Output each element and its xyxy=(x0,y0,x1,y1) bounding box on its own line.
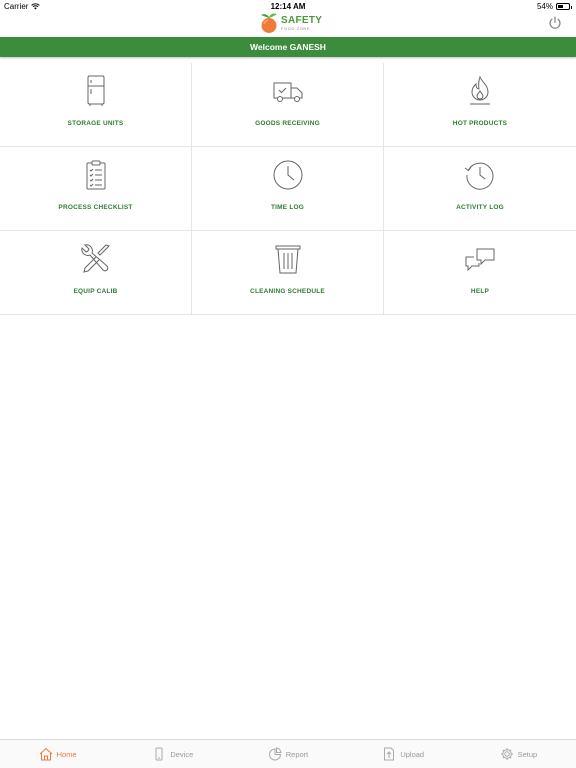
tile-help[interactable]: HELP xyxy=(384,231,576,315)
clock-time: 12:14 AM xyxy=(270,2,306,11)
orange-fruit-icon xyxy=(261,13,277,33)
tile-cleaning-schedule[interactable]: CLEANING SCHEDULE xyxy=(192,231,384,315)
menu-row: PROCESS CHECKLIST TIME LOG ACTIVITY LOG xyxy=(0,147,576,231)
tile-activity-log[interactable]: ACTIVITY LOG xyxy=(384,147,576,231)
delivery-truck-icon xyxy=(273,82,303,102)
gear-icon xyxy=(500,748,513,760)
status-bar: Carrier 12:14 AM 54% xyxy=(0,0,576,12)
tab-label: Upload xyxy=(400,749,425,759)
tab-setup[interactable]: Setup xyxy=(461,740,576,768)
device-icon xyxy=(155,747,163,761)
bottom-tab-bar: Home Device Report Upload Setup xyxy=(0,739,576,768)
logo-title: SAFETY xyxy=(281,14,323,26)
fridge-icon xyxy=(87,75,105,106)
tile-hot-products[interactable]: HOT PRODUCTS xyxy=(384,63,576,147)
tile-time-log[interactable]: TIME LOG xyxy=(192,147,384,231)
tab-label: Report xyxy=(285,749,309,759)
welcome-banner: Welcome GANESH xyxy=(0,37,576,57)
tab-report[interactable]: Report xyxy=(230,740,345,768)
tile-goods-receiving[interactable]: GOODS RECEIVING xyxy=(192,63,384,147)
menu-row: EQUIP CALIB CLEANING SCHEDULE HELP xyxy=(0,231,576,315)
tab-label: Setup xyxy=(517,749,538,759)
tile-label: CLEANING SCHEDULE xyxy=(250,288,325,295)
pie-chart-icon xyxy=(268,747,282,761)
upload-file-icon xyxy=(384,747,395,761)
power-icon xyxy=(549,16,561,29)
trash-bin-icon xyxy=(275,245,301,274)
clock-icon xyxy=(273,160,303,190)
tab-device[interactable]: Device xyxy=(115,740,230,768)
history-clock-icon xyxy=(464,162,494,190)
logout-button[interactable] xyxy=(548,16,562,30)
clipboard-checklist-icon xyxy=(86,160,106,190)
logo-subtitle: FOOD ZONE xyxy=(281,25,311,31)
tile-label: EQUIP CALIB xyxy=(73,288,118,295)
tab-label: Home xyxy=(56,749,77,759)
home-icon xyxy=(39,747,52,761)
tile-label: HELP xyxy=(470,288,490,295)
menu-grid: STORAGE UNITS GOODS RECEIVING HOT PRODUC… xyxy=(0,63,576,315)
tab-label: Device xyxy=(170,749,194,759)
tile-label: HOT PRODUCTS xyxy=(452,120,508,127)
tile-label: ACTIVITY LOG xyxy=(456,204,504,211)
battery-percent: 54% xyxy=(536,2,553,11)
tile-label: TIME LOG xyxy=(270,204,304,211)
tile-label: STORAGE UNITS xyxy=(67,120,124,127)
menu-row: STORAGE UNITS GOODS RECEIVING HOT PRODUC… xyxy=(0,63,576,147)
tile-equip-calib[interactable]: EQUIP CALIB xyxy=(0,231,192,315)
tile-process-checklist[interactable]: PROCESS CHECKLIST xyxy=(0,147,192,231)
app-logo: SAFETY FOOD ZONE xyxy=(259,12,322,34)
tab-home[interactable]: Home xyxy=(0,740,115,768)
app-header: SAFETY FOOD ZONE xyxy=(0,12,576,36)
tile-label: GOODS RECEIVING xyxy=(255,120,320,127)
flame-icon xyxy=(470,75,490,105)
tab-upload[interactable]: Upload xyxy=(346,740,461,768)
chat-bubbles-icon xyxy=(465,248,495,272)
tools-icon xyxy=(81,244,110,273)
battery-icon xyxy=(556,3,572,10)
battery-info: 54% xyxy=(536,2,572,11)
tile-label: PROCESS CHECKLIST xyxy=(58,204,133,211)
tile-storage-units[interactable]: STORAGE UNITS xyxy=(0,63,192,147)
